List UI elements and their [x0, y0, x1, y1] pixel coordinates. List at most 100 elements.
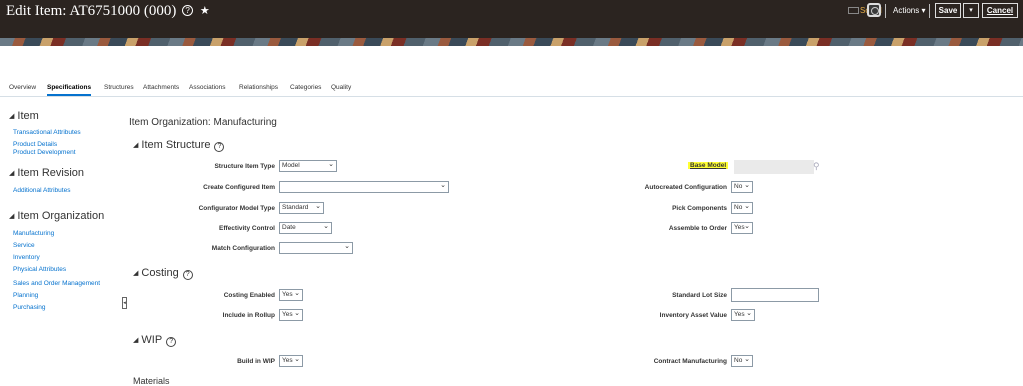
structure-item-type-label: Structure Item Type [214, 163, 275, 170]
select-value: Yes [282, 357, 293, 364]
chevron-down-icon: ⌄ [744, 182, 750, 189]
select-value: Yes [282, 291, 293, 298]
nav-link-planning[interactable]: Planning [13, 292, 38, 299]
tab-quality[interactable]: Quality [331, 84, 351, 91]
nav-link-inventory[interactable]: Inventory [13, 254, 40, 261]
select-value: Yes [734, 311, 745, 318]
tab-relationships[interactable]: Relationships [239, 84, 278, 91]
section-title: Item Structure [141, 139, 211, 151]
save-options-button[interactable]: ▾ [963, 3, 979, 18]
inventory-asset-value-label: Inventory Asset Value [659, 312, 727, 319]
include-in-rollup-select[interactable]: Yes ⌄ [279, 309, 303, 321]
build-in-wip-label: Build in WIP [237, 358, 275, 365]
globe-icon[interactable] [867, 3, 881, 17]
select-value: No [734, 183, 743, 190]
nav-link-purchasing[interactable]: Purchasing [13, 304, 46, 311]
nav-header-item[interactable]: ◢ Item [9, 110, 39, 122]
nav-link-transactional-attributes[interactable]: Transactional Attributes [13, 129, 81, 136]
tab-associations[interactable]: Associations [189, 84, 226, 91]
configurator-model-type-label: Configurator Model Type [198, 205, 275, 212]
search-icon[interactable]: ⚲ [813, 161, 820, 172]
nav-link-product-details[interactable]: Product Details [13, 141, 57, 148]
pane-collapse-handle[interactable]: ◂ [122, 297, 127, 309]
select-value: No [734, 357, 743, 364]
chevron-down-icon: ⌄ [294, 356, 300, 363]
collapse-triangle-icon: ◢ [133, 142, 139, 149]
select-value: Model [282, 162, 300, 169]
nav-link-additional-attributes[interactable]: Additional Attributes [13, 187, 70, 194]
standard-lot-size-input[interactable] [731, 288, 819, 302]
tab-attachments[interactable]: Attachments [143, 84, 179, 91]
costing-enabled-label: Costing Enabled [223, 292, 275, 299]
pick-components-select[interactable]: No ⌄ [731, 202, 753, 214]
chevron-down-icon: ⌄ [746, 310, 752, 317]
contract-manufacturing-select[interactable]: No ⌄ [731, 355, 753, 367]
actions-menu[interactable]: Actions ▾ [893, 6, 925, 24]
section-header-item-structure[interactable]: ◢ Item Structure? [133, 139, 225, 152]
effectivity-control-label: Effectivity Control [219, 225, 275, 232]
match-configuration-select[interactable]: ⌄ [279, 242, 353, 254]
favorite-star-icon[interactable]: ★ [200, 5, 210, 17]
inventory-asset-value-select[interactable]: Yes ⌄ [731, 309, 755, 321]
assemble-to-order-select[interactable]: Yes ⌄ [731, 222, 753, 234]
create-configured-item-label: Create Configured Item [203, 184, 275, 191]
section-header-materials[interactable]: Materials [133, 376, 170, 386]
select-value: Standard [282, 204, 309, 211]
select-value: Yes [734, 224, 745, 231]
help-icon[interactable]: ? [182, 270, 193, 280]
nav-link-physical-attributes[interactable]: Physical Attributes [13, 266, 66, 273]
nav-link-sales-and-order-management[interactable]: Sales and Order Management [13, 280, 100, 287]
header-bar: Edit Item: AT6751000 (000) ? ★ Social Ac… [0, 0, 1023, 38]
help-icon[interactable]: ? [182, 5, 194, 16]
nav-header-item-organization[interactable]: ◢ Item Organization [9, 210, 104, 222]
nav-header-label: Item Revision [17, 167, 85, 179]
chevron-down-icon: ⌄ [440, 182, 446, 189]
create-configured-item-select[interactable]: ⌄ [279, 181, 449, 193]
divider [885, 4, 886, 18]
chevron-down-icon: ⌄ [744, 203, 750, 210]
tab-categories[interactable]: Categories [290, 84, 321, 91]
contract-manufacturing-label: Contract Manufacturing [653, 358, 727, 365]
structure-item-type-select[interactable]: Model ⌄ [279, 160, 337, 172]
nav-header-label: Item [17, 110, 39, 122]
base-model-field[interactable] [734, 160, 814, 174]
chevron-down-icon: ⌄ [344, 243, 350, 250]
chevron-down-icon: ⌄ [294, 310, 300, 317]
collapse-triangle-icon: ◢ [9, 113, 15, 120]
build-in-wip-select[interactable]: Yes ⌄ [279, 355, 303, 367]
configurator-model-type-select[interactable]: Standard ⌄ [279, 202, 324, 214]
nav-link-product-development[interactable]: Product Development [13, 149, 76, 156]
tab-bar: Overview Specifications Structures Attac… [0, 81, 1023, 97]
tab-overview[interactable]: Overview [9, 84, 36, 91]
help-icon[interactable]: ? [166, 337, 177, 347]
help-icon[interactable]: ? [214, 142, 225, 152]
costing-enabled-select[interactable]: Yes ⌄ [279, 289, 303, 301]
section-header-costing[interactable]: ◢ Costing? [133, 267, 193, 280]
divider [929, 4, 930, 18]
section-header-wip[interactable]: ◢ WIP? [133, 334, 177, 347]
base-model-label[interactable]: Base Model [688, 162, 729, 169]
pick-components-label: Pick Components [672, 205, 727, 212]
tab-specifications[interactable]: Specifications [47, 84, 92, 96]
nav-header-label: Item Organization [17, 210, 105, 222]
cancel-button[interactable]: Cancel [982, 3, 1018, 18]
select-value: Date [282, 224, 296, 231]
collapse-triangle-icon: ◢ [133, 337, 139, 344]
assemble-to-order-label: Assemble to Order [668, 225, 727, 232]
nav-link-manufacturing[interactable]: Manufacturing [13, 230, 54, 237]
effectivity-control-select[interactable]: Date ⌄ [279, 222, 332, 234]
autocreated-configuration-select[interactable]: No ⌄ [731, 181, 753, 193]
social-icon [848, 7, 859, 14]
decorative-banner [0, 38, 1023, 46]
select-value: No [734, 204, 743, 211]
nav-link-service[interactable]: Service [13, 242, 35, 249]
section-title: Costing [141, 267, 179, 279]
chevron-down-icon: ⌄ [744, 223, 750, 230]
tab-structures[interactable]: Structures [104, 84, 134, 91]
nav-header-item-revision[interactable]: ◢ Item Revision [9, 167, 84, 179]
collapse-triangle-icon: ◢ [9, 170, 15, 177]
chevron-down-icon: ⌄ [315, 203, 321, 210]
save-button[interactable]: Save [935, 3, 961, 18]
organization-title: Item Organization: Manufacturing [129, 117, 277, 128]
chevron-down-icon: ⌄ [328, 161, 334, 168]
